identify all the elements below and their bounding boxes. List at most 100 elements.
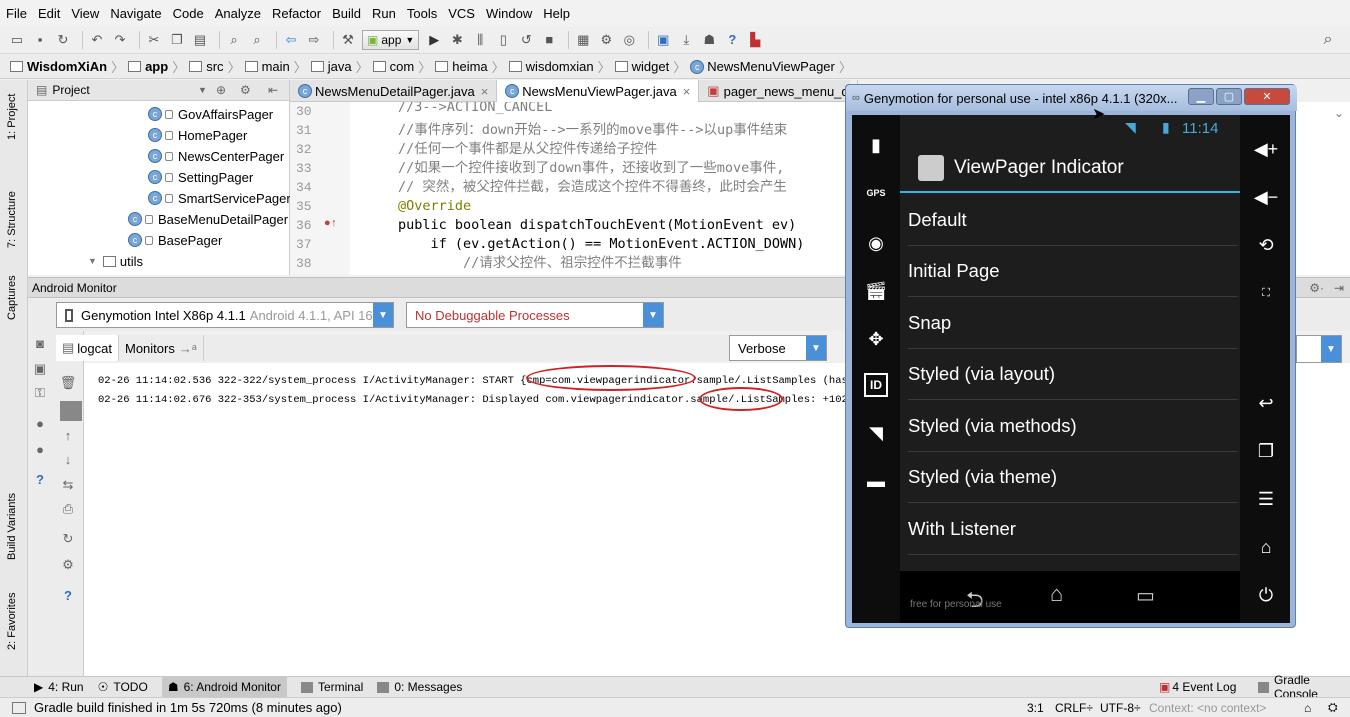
app-icon[interactable] xyxy=(918,155,944,181)
webcam-widget-icon[interactable]: ◉ xyxy=(862,229,890,257)
expand-arrow-icon[interactable]: ▼ xyxy=(88,256,97,266)
chevron-down-icon[interactable]: ⌄ xyxy=(1334,106,1344,120)
breadcrumb-item[interactable]: main 〉 xyxy=(244,57,307,76)
project-panel-title[interactable]: Project xyxy=(52,83,89,97)
screen-record-icon[interactable]: ▣ xyxy=(32,361,48,377)
make-project-icon[interactable]: ⚒ xyxy=(339,31,357,49)
home-icon[interactable]: ⌂ xyxy=(1050,581,1063,607)
log-level-select[interactable]: Verbose ▼ xyxy=(729,335,827,361)
menu-view[interactable]: View xyxy=(71,6,99,21)
line-separator[interactable]: CRLF÷ xyxy=(1055,701,1093,715)
back-icon[interactable]: ↩ xyxy=(1252,389,1280,417)
breadcrumb-item[interactable]: com 〉 xyxy=(372,57,431,76)
breadcrumb-item[interactable]: widget 〉 xyxy=(614,57,686,76)
volume-down-icon[interactable]: ◀− xyxy=(1252,183,1280,211)
filter-select[interactable]: ▼ xyxy=(1296,335,1342,363)
process-select[interactable]: No Debuggable Processes ▼ xyxy=(406,302,664,328)
maximize-button[interactable]: ▢ xyxy=(1216,88,1242,105)
battery-widget-icon[interactable]: ▮ xyxy=(864,133,888,157)
event-log-tab[interactable]: ▣ 4 Event Log xyxy=(1159,680,1236,694)
soft-wrap-icon[interactable]: ⇆ xyxy=(60,477,76,493)
power-icon[interactable]: ⏻ xyxy=(1252,581,1280,609)
list-item[interactable]: Styled (via methods) xyxy=(908,401,1238,452)
volume-up-icon[interactable]: ◀+ xyxy=(1252,135,1280,163)
redo-icon[interactable]: ↷ xyxy=(111,31,129,49)
status-toggle-icon[interactable] xyxy=(12,701,26,714)
sync-icon[interactable]: ↻ xyxy=(54,31,72,49)
breadcrumb-item[interactable]: src 〉 xyxy=(189,57,241,76)
cut-icon[interactable]: ✂ xyxy=(145,31,163,49)
tree-item[interactable]: c BaseMenuDetailPager xyxy=(128,209,288,229)
menu-code[interactable]: Code xyxy=(173,6,204,21)
genymotion-icon[interactable]: ▙ xyxy=(746,31,764,49)
sdk-manager-icon[interactable]: ⤓ xyxy=(677,31,695,49)
remote-control-icon[interactable]: ✥ xyxy=(862,325,890,353)
captures-tool-tab[interactable]: Captures xyxy=(6,275,18,320)
find-icon[interactable]: ⌕ xyxy=(225,31,243,49)
file-encoding[interactable]: UTF-8÷ xyxy=(1100,701,1141,715)
editor-tab-active[interactable]: c NewsMenuViewPager.java × xyxy=(497,80,700,102)
copy-icon[interactable]: ❐ xyxy=(168,31,186,49)
menu-file[interactable]: File xyxy=(6,6,27,21)
coverage-icon[interactable]: ▯ xyxy=(494,31,512,49)
debug-icon[interactable]: ✱ xyxy=(448,31,466,49)
chevron-down-icon[interactable]: ▼ xyxy=(198,85,207,95)
android-monitor-tab[interactable]: ☗ 6: Android Monitor xyxy=(161,677,287,697)
project-tool-tab[interactable]: 1: Project xyxy=(6,94,18,140)
close-button[interactable]: ✕ xyxy=(1244,88,1290,105)
close-icon[interactable]: × xyxy=(481,84,489,99)
home-icon[interactable]: ⌂ xyxy=(1252,533,1280,561)
tree-item[interactable]: c NewsCenterPager xyxy=(148,146,284,166)
override-marker-icon[interactable]: ●↑ xyxy=(324,218,337,230)
recent-apps-icon[interactable]: ▭ xyxy=(1136,583,1155,608)
terminal-tab[interactable]: Terminal xyxy=(300,680,363,694)
todo-tab[interactable]: ☉ TODO xyxy=(98,680,148,694)
scroll-from-source-icon[interactable]: ⊕ xyxy=(216,83,226,97)
inspector-icon[interactable]: ⛭ xyxy=(1328,700,1338,715)
menu-edit[interactable]: Edit xyxy=(38,6,60,21)
breadcrumb-item[interactable]: heima 〉 xyxy=(435,57,505,76)
menu-navigate[interactable]: Navigate xyxy=(110,6,161,21)
tree-item[interactable]: ▼ utils xyxy=(88,251,143,271)
project-structure-icon[interactable]: ▦ xyxy=(574,31,592,49)
print-icon[interactable]: ⎙ xyxy=(60,501,76,517)
menu-icon[interactable]: ☰ xyxy=(1252,485,1280,513)
breadcrumb-item[interactable]: app 〉 xyxy=(128,57,185,76)
breadcrumb-item[interactable]: java 〉 xyxy=(310,57,369,76)
list-item[interactable]: Styled (via layout) xyxy=(908,349,1238,400)
device-monitor-icon[interactable]: ▣ xyxy=(654,31,672,49)
hide-panel-icon[interactable]: ⇥ xyxy=(1334,281,1344,295)
menu-refactor[interactable]: Refactor xyxy=(272,6,321,21)
list-item[interactable]: Styled (via theme) xyxy=(908,452,1238,503)
restart-icon[interactable]: ↻ xyxy=(60,531,76,547)
forward-icon[interactable]: ⇨ xyxy=(305,31,323,49)
favorites-tool-tab[interactable]: 2: Favorites xyxy=(6,593,18,650)
tree-item[interactable]: c SettingPager xyxy=(148,167,253,187)
breadcrumb-item[interactable]: c NewsMenuViewPager 〉 xyxy=(690,57,852,76)
save-icon[interactable]: ▪ xyxy=(31,31,49,49)
menu-build[interactable]: Build xyxy=(332,6,361,21)
open-icon[interactable]: ▭ xyxy=(8,31,26,49)
tree-item[interactable]: c HomePager xyxy=(148,125,247,145)
apply-changes-icon[interactable]: ↺ xyxy=(517,31,535,49)
gradle-sync-icon[interactable]: ⚙ xyxy=(597,31,615,49)
menu-help[interactable]: Help xyxy=(543,6,570,21)
menu-analyze[interactable]: Analyze xyxy=(215,6,261,21)
help-icon[interactable]: ? xyxy=(32,471,48,487)
pixel-perfect-icon[interactable]: ⛶ xyxy=(1252,279,1280,307)
replace-icon[interactable]: ⌕ xyxy=(248,31,266,49)
gps-widget-icon[interactable]: GPS xyxy=(862,181,890,205)
search-icon[interactable]: ⌕ xyxy=(1319,31,1337,49)
help-icon[interactable]: ? xyxy=(723,31,741,49)
tree-item[interactable]: c BasePager xyxy=(128,230,222,250)
run-config-select[interactable]: ▣ app ▼ xyxy=(362,29,420,50)
menu-vcs[interactable]: VCS xyxy=(448,6,475,21)
paste-icon[interactable]: ▤ xyxy=(191,31,209,49)
sms-widget-icon[interactable]: ▬ xyxy=(862,467,890,495)
undo-icon[interactable]: ↶ xyxy=(88,31,106,49)
menu-run[interactable]: Run xyxy=(372,6,396,21)
stop-icon[interactable]: ■ xyxy=(540,31,558,49)
rotate-icon[interactable]: ⟲ xyxy=(1252,231,1280,259)
structure-tool-tab[interactable]: 7: Structure xyxy=(6,191,18,248)
screenshot-icon[interactable]: ◙ xyxy=(32,335,48,351)
